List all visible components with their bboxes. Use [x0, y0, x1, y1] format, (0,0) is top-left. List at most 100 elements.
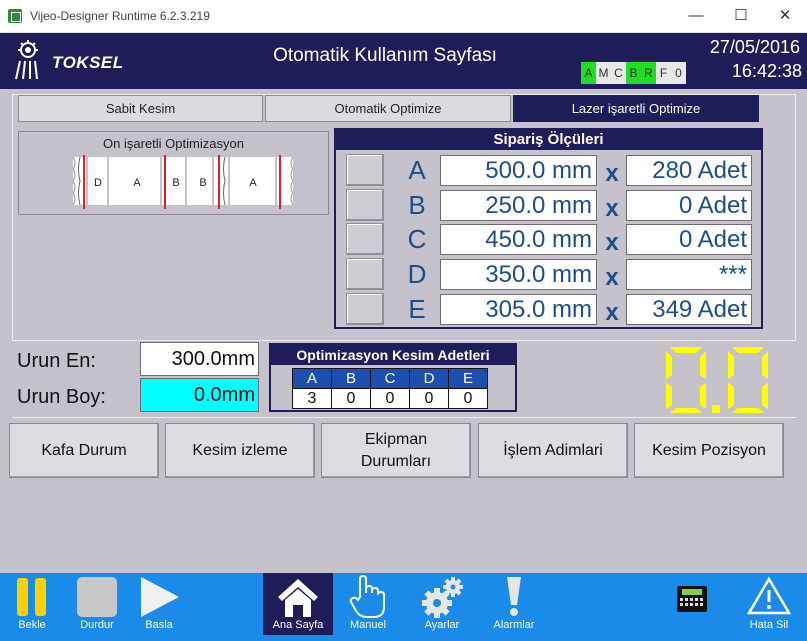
product-length-field: 0.0mm: [140, 378, 259, 412]
page-title: Otomatik Kullanım Sayfası: [273, 45, 497, 66]
segment-label: A: [249, 177, 257, 189]
stop-icon: [77, 577, 117, 617]
ayarlar-button[interactable]: Ayarlar: [414, 573, 470, 635]
order-row-b: B 250.0 mm x 0 Adet: [336, 189, 761, 222]
close-button[interactable]: ✕: [775, 6, 795, 26]
main-area: Sabit Kesim Otomatik Optimize Lazer işar…: [0, 89, 807, 573]
quantity-field-d[interactable]: ***: [626, 259, 752, 290]
play-icon: [141, 577, 179, 617]
length-field-a[interactable]: 500.0 mm: [440, 155, 597, 186]
marker-optimization-box: On işaretli Optimizasyon D A B B A: [18, 131, 329, 215]
cut-count-value: 0: [409, 388, 449, 409]
order-row-a: A 500.0 mm x 280 Adet: [336, 154, 761, 187]
logo-icon: [15, 40, 38, 80]
select-button-a[interactable]: [346, 154, 384, 186]
keyboard-icon: [677, 586, 707, 612]
quantity-field-b[interactable]: 0 Adet: [626, 190, 752, 221]
times-sign: x: [605, 299, 619, 326]
status-indicators: A M C B R F 0: [581, 62, 686, 84]
ekipman-durumlari-button[interactable]: Ekipman Durumları: [321, 423, 471, 478]
times-sign: x: [605, 195, 619, 222]
basla-button[interactable]: Basla: [134, 573, 184, 635]
durdur-button[interactable]: Durdur: [72, 573, 122, 635]
order-letter: A: [408, 155, 426, 185]
status-0: 0: [671, 62, 686, 84]
islem-adimlari-button[interactable]: İşlem Adimlari: [478, 423, 628, 478]
segment-label: B: [172, 177, 179, 189]
keyboard-button[interactable]: [672, 573, 712, 635]
length-field-d[interactable]: 350.0 mm: [440, 259, 597, 290]
minimize-button[interactable]: —: [686, 6, 706, 26]
cut-count-header: B: [331, 368, 371, 389]
select-button-b[interactable]: [346, 189, 384, 221]
order-dimensions-panel: Sipariş Ölçüleri A 500.0 mm x 280 Adet B…: [334, 128, 763, 329]
order-letter: E: [408, 294, 426, 324]
marker-strip-diagram: D A B B A: [73, 155, 293, 209]
length-field-e[interactable]: 305.0 mm: [440, 294, 597, 325]
cut-count-value: 0: [448, 388, 488, 409]
alarmlar-label: Alarmlar: [493, 619, 535, 631]
window-title-bar: Vijeo-Designer Runtime 6.2.3.219 — ☐ ✕: [0, 0, 807, 33]
quantity-field-e[interactable]: 349 Adet: [626, 294, 752, 325]
brand-name: TOKSEL: [52, 53, 124, 72]
quantity-field-a[interactable]: 280 Adet: [626, 155, 752, 186]
ana-sayfa-label: Ana Sayfa: [272, 619, 324, 631]
status-r: R: [641, 62, 656, 84]
ana-sayfa-button[interactable]: Ana Sayfa: [263, 573, 333, 635]
length-field-b[interactable]: 250.0 mm: [440, 190, 597, 221]
status-f: F: [656, 62, 671, 84]
hata-sil-label: Hata Sil: [749, 619, 789, 631]
cut-count-header: C: [370, 368, 410, 389]
ayarlar-label: Ayarlar: [424, 619, 460, 631]
status-a: A: [581, 62, 596, 84]
order-letter: B: [408, 190, 426, 220]
tab-lazer-optimize[interactable]: Lazer işaretli Optimize: [513, 95, 759, 122]
order-row-c: C 450.0 mm x 0 Adet: [336, 223, 761, 256]
product-width-label: Urun En:: [17, 350, 96, 372]
home-icon: [278, 579, 318, 617]
tab-otomatik-optimize[interactable]: Otomatik Optimize: [265, 95, 511, 122]
bottom-toolbar: Bekle Durdur Basla Ana Sayfa Manuel Ayar…: [0, 573, 807, 641]
select-button-d[interactable]: [346, 258, 384, 290]
window-title: Vijeo-Designer Runtime 6.2.3.219: [30, 9, 210, 23]
order-row-d: D 350.0 mm x ***: [336, 258, 761, 291]
cut-count-header: A: [292, 368, 332, 389]
times-sign: x: [605, 229, 619, 256]
quantity-field-c[interactable]: 0 Adet: [626, 224, 752, 255]
bekle-button[interactable]: Bekle: [10, 573, 54, 635]
hand-pointer-icon: [349, 575, 385, 618]
segment-label: D: [94, 177, 102, 189]
times-sign: x: [605, 160, 619, 187]
select-button-c[interactable]: [346, 223, 384, 255]
order-letter: D: [407, 259, 427, 289]
manuel-button[interactable]: Manuel: [340, 573, 396, 635]
warning-triangle-icon: [747, 576, 791, 615]
select-button-e[interactable]: [346, 293, 384, 325]
kafa-durum-button[interactable]: Kafa Durum: [9, 423, 159, 478]
header-bar: TOKSEL Otomatik Kullanım Sayfası 27/05/2…: [0, 33, 807, 89]
time-display: 16:42:38: [731, 61, 802, 81]
optimization-cut-counts: Optimizasyon Kesim Adetleri A B C D E 3 …: [269, 343, 517, 412]
hata-sil-button[interactable]: Hata Sil: [740, 573, 798, 635]
cut-count-value: 0: [370, 388, 410, 409]
status-c: C: [611, 62, 626, 84]
date-display: 27/05/2016: [709, 37, 800, 57]
kesim-izleme-button[interactable]: Kesim izleme: [165, 423, 315, 478]
exclamation-icon: [507, 577, 521, 616]
alarmlar-button[interactable]: Alarmlar: [486, 573, 542, 635]
maximize-button[interactable]: ☐: [731, 6, 751, 26]
segment-label: B: [199, 177, 206, 189]
kesim-pozisyon-button[interactable]: Kesim Pozisyon: [634, 423, 784, 478]
manuel-label: Manuel: [349, 619, 387, 631]
tab-sabit-kesim[interactable]: Sabit Kesim: [18, 95, 263, 122]
basla-label: Basla: [145, 619, 173, 631]
length-field-c[interactable]: 450.0 mm: [440, 224, 597, 255]
product-length-label: Urun Boy:: [17, 386, 106, 408]
order-title: Sipariş Ölçüleri: [336, 130, 761, 150]
marker-title: On işaretli Optimizasyon: [103, 136, 244, 151]
app-icon: [8, 9, 22, 23]
cut-count-table: A B C D E 3 0 0 0 0: [292, 368, 488, 409]
status-m: M: [596, 62, 611, 84]
cut-count-value: 3: [292, 388, 332, 409]
product-width-field[interactable]: 300.0mm: [140, 342, 259, 376]
